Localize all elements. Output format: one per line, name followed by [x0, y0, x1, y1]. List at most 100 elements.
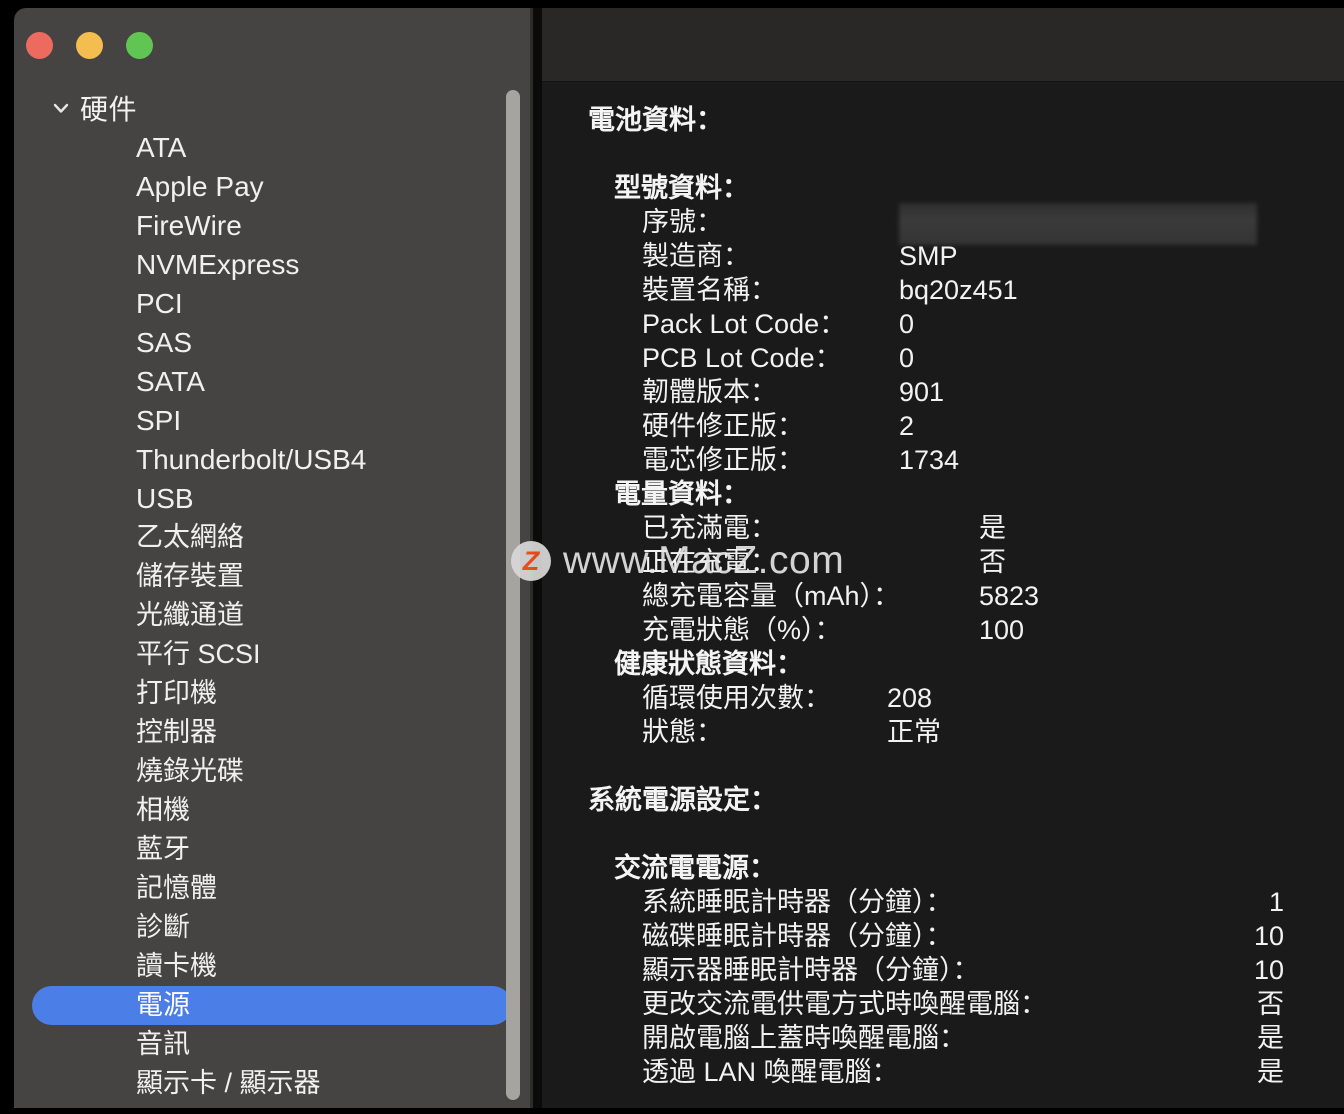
charge-group-title: 電量資料：	[614, 479, 749, 509]
sidebar-item-7[interactable]: SPI	[32, 401, 512, 440]
sidebar-item-label: SAS	[136, 326, 193, 358]
detail-row-label: 裝置名稱：	[642, 275, 777, 305]
sidebar-item-3[interactable]: NVMExpress	[32, 245, 512, 284]
detail-row: 充電狀態（%）： 100	[542, 613, 1344, 647]
detail-row: 系統睡眠計時器（分鐘）： 1	[542, 885, 1344, 919]
detail-row-value: 是	[1257, 1057, 1284, 1087]
zoom-button[interactable]	[126, 32, 153, 59]
sidebar-item-12[interactable]: 光纖通道	[32, 596, 512, 635]
detail-row-value: 2	[899, 411, 915, 441]
detail-row: 正在充電： 否	[542, 545, 1344, 579]
sidebar-scrollbar[interactable]	[506, 90, 520, 1100]
detail-row-label: 電芯修正版：	[642, 445, 804, 475]
detail-row-label: Pack Lot Code：	[642, 309, 847, 339]
close-button[interactable]	[26, 32, 53, 59]
detail-row: 已充滿電： 是	[542, 511, 1344, 545]
detail-row-value: 1734	[899, 445, 960, 475]
detail-row-label: 充電狀態（%）：	[642, 615, 842, 645]
sidebar-item-label: 光纖通道	[136, 600, 244, 630]
pane-divider[interactable]	[530, 8, 542, 1108]
sidebar-item-19[interactable]: 記憶體	[32, 869, 512, 908]
detail-row-label: 硬件修正版：	[642, 411, 804, 441]
detail-row: 磁碟睡眠計時器（分鐘）： 10	[542, 919, 1344, 953]
system-information-window: 硬件 ATA Apple Pay FireWire NVMExpress PCI SAS S…	[14, 8, 1344, 1108]
sidebar-item-label: 控制器	[136, 717, 217, 747]
chevron-down-icon[interactable]	[50, 97, 72, 119]
sidebar-item-24[interactable]: 顯示卡 / 顯示器	[32, 1064, 512, 1103]
detail-row: 透過 LAN 喚醒電腦： 是	[542, 1055, 1344, 1089]
detail-row-value: 0	[899, 343, 915, 373]
detail-row-label: 總充電容量（mAh）：	[642, 581, 901, 611]
detail-row-value: 208	[887, 683, 933, 713]
detail-row-label: 開啟電腦上蓋時喚醒電腦：	[642, 1023, 966, 1053]
detail-row-label: 正在充電：	[642, 547, 777, 577]
sidebar-item-label: Thunderbolt/USB4	[136, 443, 367, 475]
sidebar-item-4[interactable]: PCI	[32, 284, 512, 323]
sidebar-item-17[interactable]: 相機	[32, 791, 512, 830]
sidebar-item-14[interactable]: 打印機	[32, 674, 512, 713]
detail-row: Pack Lot Code： 0	[542, 307, 1344, 341]
sidebar-item-10[interactable]: 乙太網絡	[32, 518, 512, 557]
detail-row-value: 1	[1268, 887, 1284, 917]
minimize-button[interactable]	[76, 32, 103, 59]
detail-row-value: 5823	[979, 581, 1040, 611]
detail-row-label: 磁碟睡眠計時器（分鐘）：	[642, 921, 953, 951]
sidebar-item-9[interactable]: USB	[32, 479, 512, 518]
sidebar-item-label: ATA	[136, 131, 187, 163]
sidebar-item-11[interactable]: 儲存裝置	[32, 557, 512, 596]
sidebar: 硬件 ATA Apple Pay FireWire NVMExpress PCI SAS S…	[14, 8, 530, 1108]
detail-row-value: 10	[1253, 955, 1284, 985]
detail-row-label: 透過 LAN 喚醒電腦：	[642, 1057, 899, 1087]
sidebar-item-label: FireWire	[136, 209, 242, 241]
detail-row: 電芯修正版： 1734	[542, 443, 1344, 477]
detail-row-label: 循環使用次數：	[642, 683, 831, 713]
detail-row-value: 是	[1257, 1023, 1284, 1053]
detail-row-value: 否	[979, 547, 1006, 577]
sidebar-item-label: Apple Pay	[136, 170, 264, 202]
detail-row-value: 否	[1257, 989, 1284, 1019]
detail-row-value: SMP	[899, 241, 958, 271]
sidebar-item-18[interactable]: 藍牙	[32, 830, 512, 869]
sidebar-item-label: 燒錄光碟	[136, 756, 244, 786]
sidebar-item-label: 儲存裝置	[136, 561, 244, 591]
ac-power-group-title: 交流電電源：	[614, 853, 776, 883]
detail-row-label: 韌體版本：	[642, 377, 777, 407]
sidebar-scrollbar-thumb[interactable]	[506, 90, 520, 1100]
detail-row: 製造商： SMP	[542, 239, 1344, 273]
sidebar-item-13[interactable]: 平行 SCSI	[32, 635, 512, 674]
sidebar-item-16[interactable]: 燒錄光碟	[32, 752, 512, 791]
sidebar-item-15[interactable]: 控制器	[32, 713, 512, 752]
sidebar-item-2[interactable]: FireWire	[32, 206, 512, 245]
sidebar-item-6[interactable]: SATA	[32, 362, 512, 401]
sidebar-item-8[interactable]: Thunderbolt/USB4	[32, 440, 512, 479]
sidebar-item-23[interactable]: 音訊	[32, 1025, 512, 1064]
sidebar-item-1[interactable]: Apple Pay	[32, 167, 512, 206]
sidebar-item-label: 相機	[136, 795, 190, 825]
detail-row-label: PCB Lot Code：	[642, 343, 842, 373]
detail-row: 總充電容量（mAh）： 5823	[542, 579, 1344, 613]
detail-row-value: 0	[899, 309, 915, 339]
sidebar-item-20[interactable]: 診斷	[32, 908, 512, 947]
sidebar-item-5[interactable]: SAS	[32, 323, 512, 362]
sidebar-item-label: SPI	[136, 404, 182, 436]
health-group-title: 健康狀態資料：	[614, 649, 803, 679]
sidebar-group-hardware[interactable]: 硬件	[14, 88, 530, 128]
detail-row: 更改交流電供電方式時喚醒電腦： 否	[542, 987, 1344, 1021]
detail-row-label: 顯示器睡眠計時器（分鐘）：	[642, 955, 980, 985]
sidebar-item-0[interactable]: ATA	[32, 128, 512, 167]
sidebar-item-21[interactable]: 讀卡機	[32, 947, 512, 986]
model-group-title: 型號資料：	[614, 173, 749, 203]
detail-row-label: 系統睡眠計時器（分鐘）：	[642, 887, 953, 917]
detail-row: PCB Lot Code： 0	[542, 341, 1344, 375]
detail-row: 裝置名稱： bq20z451	[542, 273, 1344, 307]
sidebar-item-label: 打印機	[136, 678, 217, 708]
detail-row-value: 901	[899, 377, 945, 407]
sidebar-item-22[interactable]: 電源	[32, 986, 512, 1025]
sidebar-item-label: NVMExpress	[136, 248, 300, 280]
sidebar-item-label: 平行 SCSI	[136, 639, 261, 669]
detail-row-value: 正常	[887, 717, 941, 747]
detail-row: 序號：	[542, 203, 1344, 245]
